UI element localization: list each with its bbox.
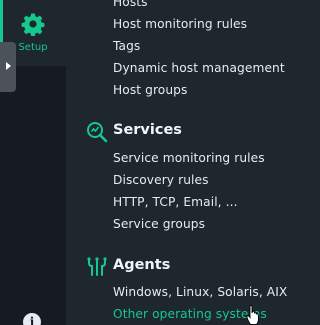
menu-item-service-monitoring-rules[interactable]: Service monitoring rules	[113, 151, 265, 165]
active-indicator	[0, 0, 3, 45]
menu-item-other-operating-systems[interactable]: Other operating systems	[113, 307, 267, 321]
chevron-right-icon	[6, 62, 11, 70]
gear-icon	[21, 13, 45, 36]
main-sidebar: Setup i	[0, 0, 66, 325]
menu-item-discovery-rules[interactable]: Discovery rules	[113, 173, 209, 187]
menu-item-hosts[interactable]: Hosts	[113, 0, 148, 9]
agents-icon	[87, 257, 107, 276]
menu-item-http-tcp-email[interactable]: HTTP, TCP, Email, ...	[113, 195, 238, 209]
menu-item-dynamic-host-management[interactable]: Dynamic host management	[113, 61, 285, 75]
menu-item-host-groups[interactable]: Host groups	[113, 83, 187, 97]
section-title-services: Services	[113, 122, 182, 138]
menu-item-windows-linux-solaris-aix[interactable]: Windows, Linux, Solaris, AIX	[113, 285, 287, 299]
menu-item-host-monitoring-rules[interactable]: Host monitoring rules	[113, 17, 247, 31]
menu-item-service-groups[interactable]: Service groups	[113, 217, 205, 231]
info-icon[interactable]: i	[23, 313, 41, 325]
section-title-agents: Agents	[113, 257, 171, 273]
menu-item-tags[interactable]: Tags	[113, 39, 140, 53]
sidebar-collapse-handle[interactable]	[0, 42, 16, 92]
hand-pointer-icon	[246, 305, 259, 325]
services-search-icon	[87, 122, 108, 143]
